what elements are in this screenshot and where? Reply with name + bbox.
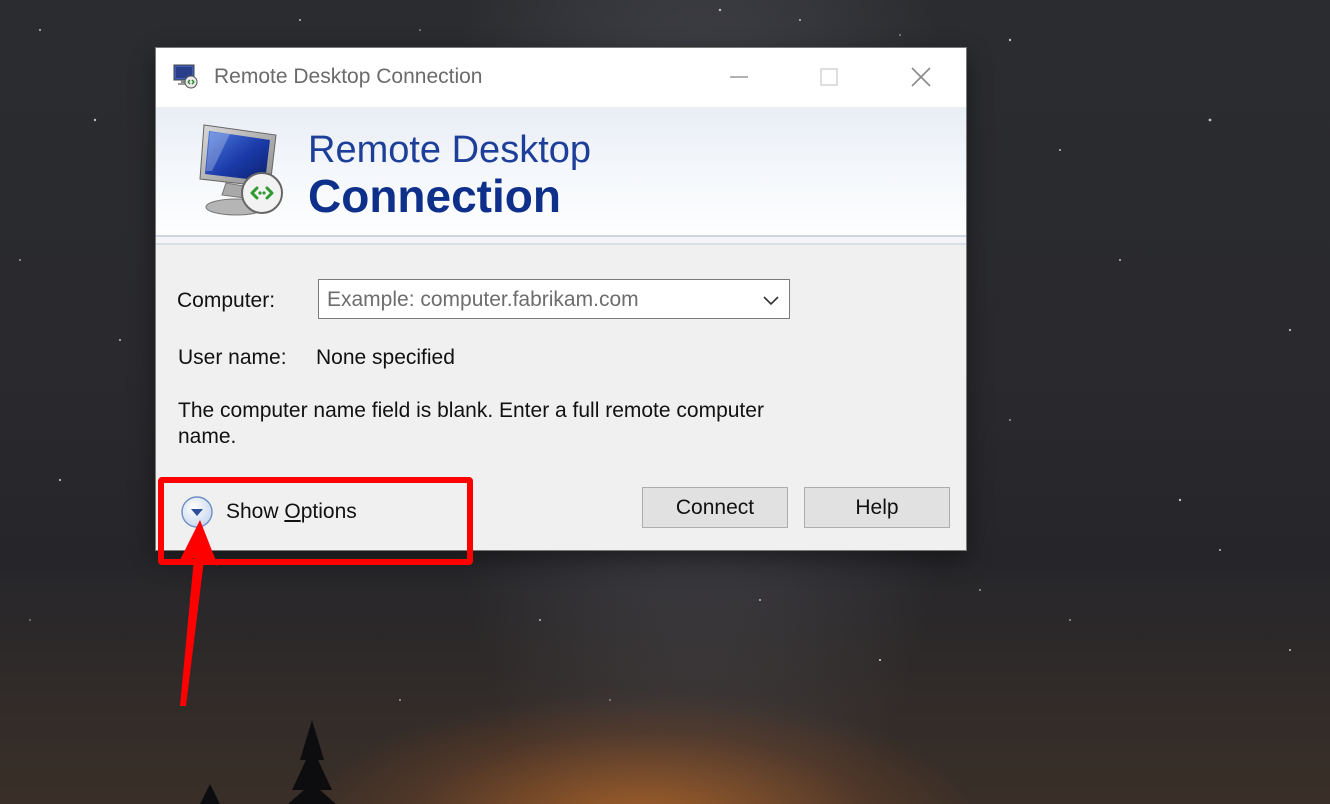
remote-desktop-icon (173, 64, 198, 89)
help-button[interactable]: Help (804, 487, 950, 528)
computer-label: Computer: (177, 289, 276, 312)
maximize-icon (820, 68, 838, 86)
chevron-down-icon[interactable] (761, 290, 781, 310)
maximize-button (806, 54, 852, 100)
banner-divider (156, 235, 966, 245)
banner-title-line2: Connection (308, 170, 561, 222)
close-icon (911, 67, 931, 87)
status-message: The computer name field is blank. Enter … (178, 399, 764, 448)
title-bar[interactable]: Remote Desktop Connection (156, 48, 966, 107)
username-value: None specified (316, 346, 455, 369)
rdc-window: Remote Desktop Connection Remote Desktop… (156, 48, 966, 550)
computer-input-placeholder[interactable]: Example: computer.fabrikam.com (327, 288, 639, 312)
annotation-arrow-icon (178, 520, 218, 706)
username-label: User name: (178, 346, 287, 369)
banner-title-line1: Remote Desktop (308, 129, 592, 171)
computer-combobox[interactable]: Example: computer.fabrikam.com (318, 279, 790, 319)
window-title: Remote Desktop Connection (214, 65, 483, 88)
minimize-button[interactable] (716, 54, 762, 100)
minimize-icon (730, 76, 748, 78)
connect-button[interactable]: Connect (642, 487, 788, 528)
banner: Remote Desktop Connection (156, 107, 966, 245)
remote-desktop-monitor-icon (199, 124, 283, 216)
close-button[interactable] (898, 54, 944, 100)
